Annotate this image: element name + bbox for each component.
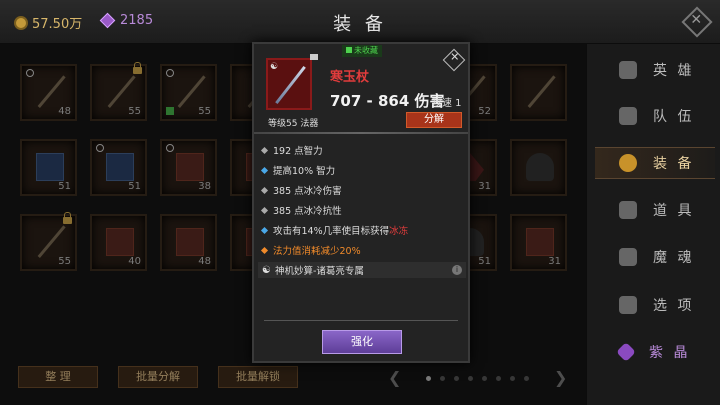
page-title: 装 备 [333, 14, 387, 35]
flame-icon [619, 248, 637, 266]
item-icon: ☯ [266, 54, 318, 110]
compare-button[interactable]: ✕ [442, 48, 466, 72]
menu-item-team[interactable]: 队 伍 [595, 100, 715, 132]
bag-icon [619, 201, 637, 219]
menu-label: 队 伍 [653, 109, 695, 125]
stat-text: 攻击有14%几率使目标获得 [273, 226, 390, 237]
menu-item-items[interactable]: 道 具 [595, 194, 715, 226]
menu-item-hero[interactable]: 英 雄 [595, 54, 715, 86]
staff-icon [275, 65, 306, 105]
close-icon: ✕ [690, 11, 703, 28]
stat-text: 提高10% 智力 [273, 166, 336, 177]
cross-icon: ✕ [450, 50, 460, 64]
menu-item-soul[interactable]: 魔 魂 [595, 241, 715, 273]
menu-label: 英 雄 [653, 63, 695, 79]
menu-label: 道 具 [653, 203, 695, 219]
item-name: 寒玉杖 [330, 70, 370, 85]
stat-line: 攻击有14%几率使目标获得 冰冻 [260, 220, 464, 240]
decompose-button[interactable]: 分解 [406, 112, 462, 128]
menu-item-options[interactable]: 选 项 [595, 289, 715, 321]
item-level-type: 等级55 法器 [268, 119, 319, 129]
top-bar: 57.50万 2185 装 备 ✕ [0, 0, 720, 44]
diamond-bullet-icon [260, 226, 269, 234]
menu-label: 选 项 [653, 298, 695, 314]
stat-line: 385 点冰冷伤害 [260, 180, 464, 200]
freeze-keyword: 冰冻 [389, 226, 409, 237]
book-icon [346, 47, 352, 53]
menu-label: 紫 晶 [649, 345, 691, 361]
stat-list: 192 点智力 提高10% 智力 385 点冰冷伤害 385 点冰冷抗性 攻击有… [260, 140, 464, 260]
side-menu: 英 雄 队 伍 装 备 道 具 魔 魂 选 项 紫 晶 [586, 44, 720, 405]
menu-label: 魔 魂 [653, 250, 695, 266]
stat-text: 法力值消耗减少20% [273, 246, 361, 257]
item-attack-speed: 攻速 1 [432, 98, 462, 109]
diamond-bullet-icon [260, 206, 269, 214]
stat-line: 385 点冰冷抗性 [260, 200, 464, 220]
yin-yang-icon: ☯ [270, 62, 279, 72]
uncollected-badge: 未收藏 [342, 45, 382, 57]
divider [254, 132, 468, 134]
stat-line: 192 点智力 [260, 140, 464, 160]
diamond-bullet-icon [260, 166, 269, 174]
menu-label: 装 备 [653, 156, 695, 172]
flag-icon [619, 107, 637, 125]
stat-line: 提高10% 智力 [260, 160, 464, 180]
diamond-bullet-icon [260, 246, 269, 254]
helmet-icon [619, 154, 637, 172]
divider [264, 320, 458, 321]
menu-item-amethyst[interactable]: 紫 晶 [595, 336, 715, 368]
item-detail-popup: 未收藏 ☯ ✕ 寒玉杖 707 - 864 伤害 攻速 1 等级55 法器 分解… [252, 42, 470, 363]
menu-item-equipment[interactable]: 装 备 [595, 147, 715, 179]
diamond-bullet-icon [260, 186, 269, 194]
strengthen-button[interactable]: 强化 [322, 330, 402, 354]
yin-yang-icon: ☯ [262, 264, 271, 276]
set-name: 神机妙算-诸葛亮专属 [274, 266, 364, 277]
item-damage: 707 - 864 伤害 [330, 92, 445, 110]
stat-text: 385 点冰冷伤害 [273, 186, 342, 197]
lock-icon[interactable] [310, 54, 318, 60]
hero-icon [619, 61, 637, 79]
gear-icon [619, 296, 637, 314]
stat-text: 192 点智力 [273, 146, 323, 157]
purple-gem-icon [616, 342, 636, 362]
uncollected-label: 未收藏 [354, 46, 378, 55]
set-bonus-row[interactable]: ☯ 神机妙算-诸葛亮专属 i [258, 262, 466, 278]
stat-text: 385 点冰冷抗性 [273, 206, 342, 217]
info-icon[interactable]: i [452, 265, 462, 275]
diamond-bullet-icon [260, 146, 269, 154]
stat-line: 法力值消耗减少20% [260, 240, 464, 260]
